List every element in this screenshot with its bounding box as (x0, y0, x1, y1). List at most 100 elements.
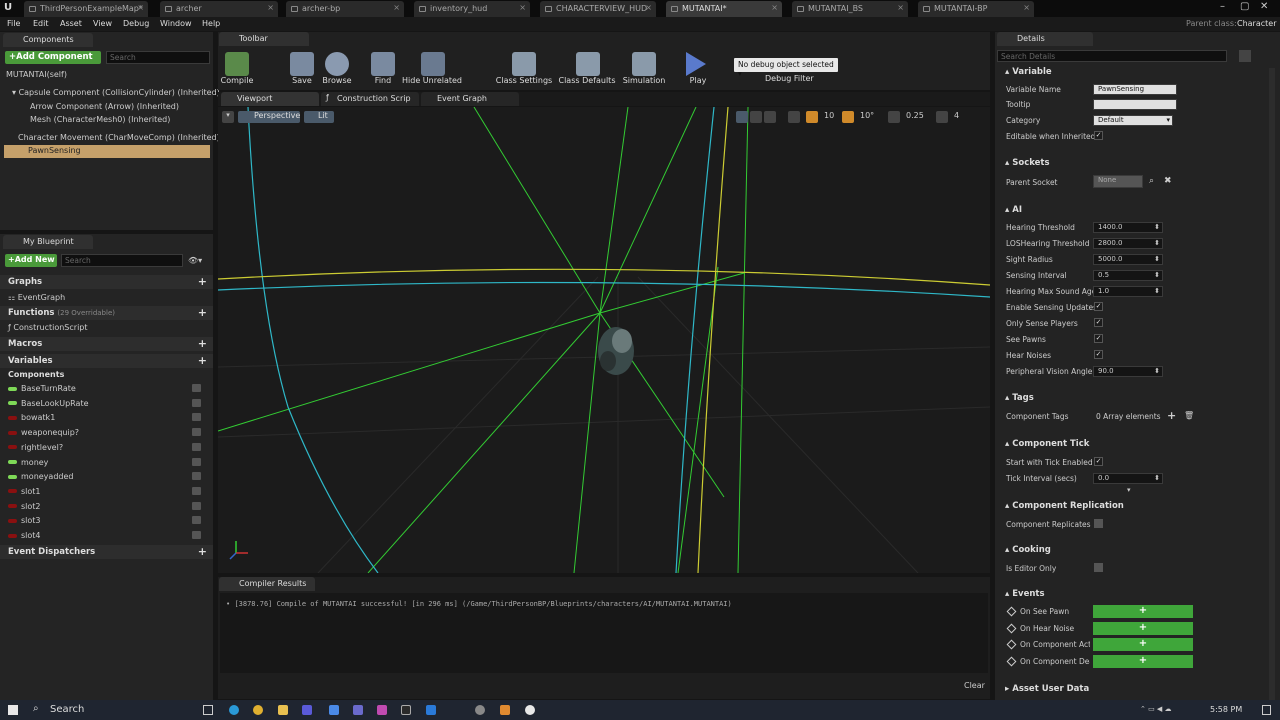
components-search-input[interactable]: Search (106, 51, 210, 64)
tab-third-person-map[interactable]: ThirdPersonExampleMap* × (24, 1, 148, 17)
visibility-toggle-icon[interactable] (192, 442, 201, 451)
visibility-toggle-icon[interactable] (192, 428, 201, 437)
tab-characterview-hud[interactable]: CHARACTERVIEW_HUD × (540, 1, 656, 17)
ai-field-input[interactable]: 5000.0 ⬍ (1093, 254, 1163, 265)
asset-user-data-section[interactable]: ▸ Asset User Data (997, 682, 1270, 696)
class-settings-icon[interactable] (512, 52, 536, 76)
clear-button[interactable]: Clear (964, 681, 985, 690)
ai-field-input[interactable]: 1400.0 ⬍ (1093, 222, 1163, 233)
add-dispatcher-icon[interactable]: + (198, 545, 207, 558)
menu-asset[interactable]: Asset (60, 19, 82, 28)
start-tick-checkbox[interactable]: ✓ (1094, 457, 1103, 466)
hide-unrelated-icon[interactable] (421, 52, 445, 76)
tab-mutantai-bs[interactable]: MUTANTAI_BS × (792, 1, 908, 17)
rotate-icon[interactable] (750, 111, 762, 123)
translate-icon[interactable] (736, 111, 748, 123)
ai-field-input[interactable]: 1.0 ⬍ (1093, 286, 1163, 297)
component-character-movement[interactable]: Character Movement (CharMoveComp) (Inher… (18, 133, 220, 142)
class-settings-button[interactable]: Class Settings (494, 76, 554, 85)
visibility-toggle-icon[interactable] (192, 398, 201, 407)
component-pawnsensing[interactable]: PawnSensing (4, 145, 210, 158)
debug-object-select[interactable]: No debug object selected ▾ (734, 58, 838, 78)
component-replication-section[interactable]: ▴ Component Replication (997, 499, 1270, 513)
clear-socket-icon[interactable]: ✖ (1164, 176, 1172, 186)
browse-socket-icon[interactable]: ⌕ (1149, 176, 1154, 186)
file-explorer-icon[interactable] (278, 705, 288, 715)
add-variable-icon[interactable]: + (198, 354, 207, 367)
blueprint-search-input[interactable]: Search (61, 254, 183, 267)
tags-section[interactable]: ▴ Tags (997, 391, 1270, 405)
parent-class-link[interactable]: Character (1237, 19, 1277, 28)
add-new-button[interactable]: +Add New (5, 254, 57, 267)
play-icon[interactable] (686, 52, 706, 76)
ai-check-checkbox[interactable]: ✓ (1094, 334, 1103, 343)
construction-script-item[interactable]: ƒ ConstructionScript (8, 323, 88, 332)
close-icon[interactable]: × (1023, 3, 1030, 12)
add-component-button[interactable]: +Add Component (5, 51, 101, 64)
viewport[interactable]: ▾ Perspective Lit 10 10° 0.25 4 (218, 107, 990, 573)
close-icon[interactable]: × (645, 3, 652, 12)
tick-interval-input[interactable]: 0.0 ⬍ (1093, 473, 1163, 484)
clock[interactable]: 5:58 PM (1210, 705, 1242, 714)
tab-construction-script[interactable]: ƒ Construction Scrip (321, 92, 419, 106)
chrome-icon[interactable] (253, 705, 263, 715)
details-search-input[interactable]: Search Details (997, 50, 1227, 62)
app-icon[interactable] (401, 705, 411, 715)
visibility-toggle-icon[interactable] (192, 531, 201, 539)
view-options-icon[interactable]: 👁▾ (188, 256, 202, 265)
variable-item[interactable]: rightlevel? (8, 442, 207, 452)
close-icon[interactable]: × (519, 3, 526, 12)
ai-field-input[interactable]: 0.5 ⬍ (1093, 270, 1163, 281)
parent-socket-input[interactable]: None (1093, 175, 1143, 188)
menu-window[interactable]: Window (160, 19, 192, 28)
close-icon[interactable]: × (897, 3, 904, 12)
add-tag-icon[interactable]: + (1167, 409, 1176, 422)
grid-size-value[interactable]: 10 (824, 111, 834, 120)
add-event-button[interactable]: + (1093, 655, 1193, 669)
visibility-toggle-icon[interactable] (192, 486, 201, 495)
editable-inherited-checkbox[interactable]: ✓ (1094, 131, 1103, 140)
windows-start-icon[interactable] (8, 705, 18, 715)
menu-file[interactable]: File (7, 19, 20, 28)
event-dispatchers-section[interactable]: Event Dispatchers + (0, 545, 213, 559)
edge-icon[interactable] (229, 705, 239, 715)
close-icon[interactable]: × (137, 3, 144, 12)
app-icon[interactable] (500, 705, 510, 715)
ai-field-input[interactable]: 2800.0 ⬍ (1093, 238, 1163, 249)
visibility-toggle-icon[interactable] (192, 384, 201, 392)
tab-mutantai-bp[interactable]: MUTANTAI-BP × (918, 1, 1034, 17)
app-icon[interactable] (353, 705, 363, 715)
settings-icon[interactable] (475, 705, 485, 715)
category-select[interactable]: Default ▾ (1093, 115, 1173, 126)
ai-check-checkbox[interactable]: ✓ (1094, 302, 1103, 311)
tooltip-input[interactable] (1093, 99, 1177, 110)
event-graph-item[interactable]: ⚏ EventGraph (8, 293, 65, 302)
variable-item[interactable]: bowatk1 (8, 413, 207, 422)
variable-item[interactable]: BaseTurnRate (8, 384, 207, 393)
taskbar-search[interactable]: Search (50, 704, 84, 715)
variable-item[interactable]: BaseLookUpRate (8, 398, 207, 408)
peripheral-vision-input[interactable]: 90.0 ⬍ (1093, 366, 1163, 377)
variable-item[interactable]: slot1 (8, 486, 207, 496)
ai-check-checkbox[interactable]: ✓ (1094, 350, 1103, 359)
add-event-button[interactable]: + (1093, 605, 1193, 618)
viewport-options-button[interactable]: ▾ (222, 111, 234, 123)
find-icon[interactable] (371, 52, 395, 76)
app-icon[interactable] (377, 705, 387, 715)
rotation-snap-icon[interactable] (842, 111, 854, 123)
lit-button[interactable]: Lit (304, 111, 334, 123)
class-defaults-button[interactable]: Class Defaults (557, 76, 617, 85)
variable-item[interactable]: slot4 (8, 531, 207, 540)
grid-snap-icon[interactable] (806, 111, 818, 123)
notification-icon[interactable] (1262, 705, 1271, 715)
variables-components-group[interactable]: Components (8, 370, 64, 379)
tab-viewport[interactable]: Viewport (221, 92, 319, 106)
expand-advanced-icon[interactable]: ▾ (1127, 486, 1131, 494)
details-view-options-icon[interactable] (1239, 50, 1251, 62)
component-replicates-checkbox[interactable] (1094, 519, 1103, 528)
app-icon[interactable] (329, 705, 339, 715)
app-icon[interactable] (302, 705, 312, 715)
visibility-toggle-icon[interactable] (192, 501, 201, 510)
visibility-toggle-icon[interactable] (192, 472, 201, 481)
variable-item[interactable]: slot3 (8, 516, 207, 525)
